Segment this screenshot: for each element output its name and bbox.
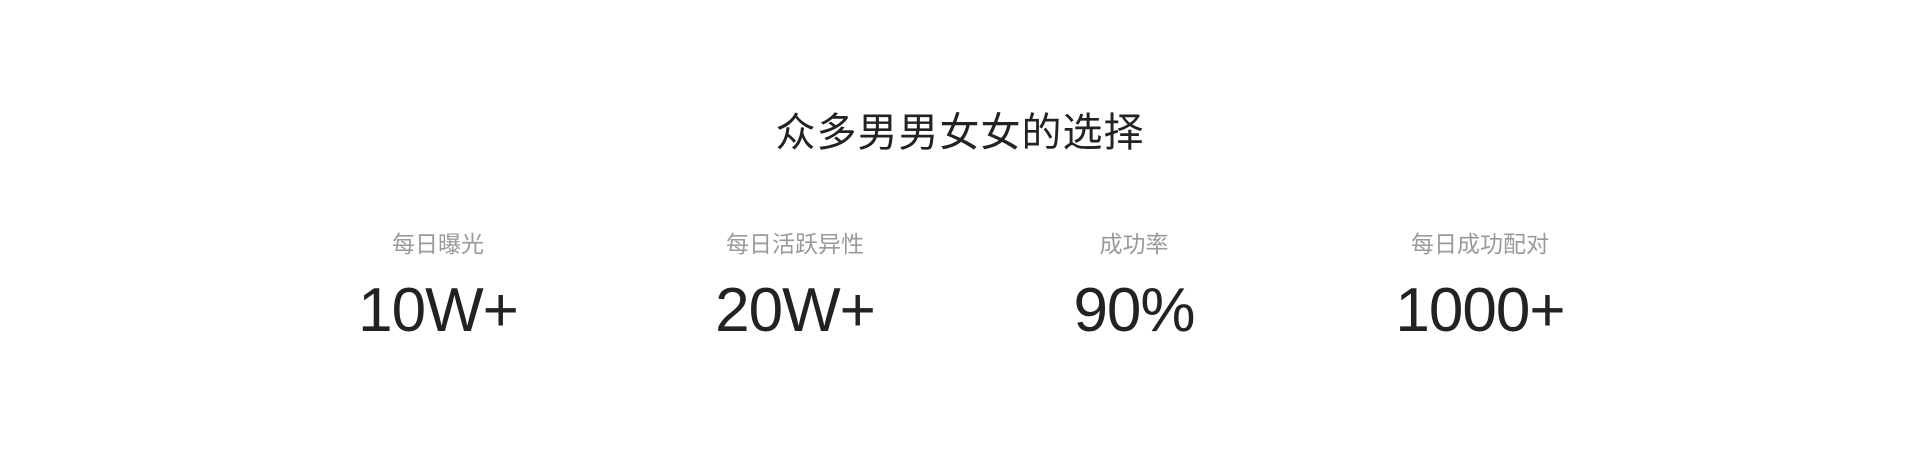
section-title: 众多男男女女的选择 — [775, 110, 1145, 156]
stat-label: 成功率 — [1099, 232, 1169, 258]
stat-label: 每日活跃异性 — [726, 232, 864, 258]
stat-label: 每日曝光 — [392, 232, 484, 258]
stats-section: 众多男男女女的选择 每日曝光 10W+ 每日活跃异性 20W+ 成功率 90% … — [0, 0, 1920, 453]
stat-value: 20W+ — [715, 276, 876, 345]
stat-value: 90% — [1073, 276, 1195, 345]
stat-value: 10W+ — [358, 276, 519, 345]
stat-value: 1000+ — [1395, 276, 1565, 345]
stat-label: 每日成功配对 — [1411, 232, 1549, 258]
